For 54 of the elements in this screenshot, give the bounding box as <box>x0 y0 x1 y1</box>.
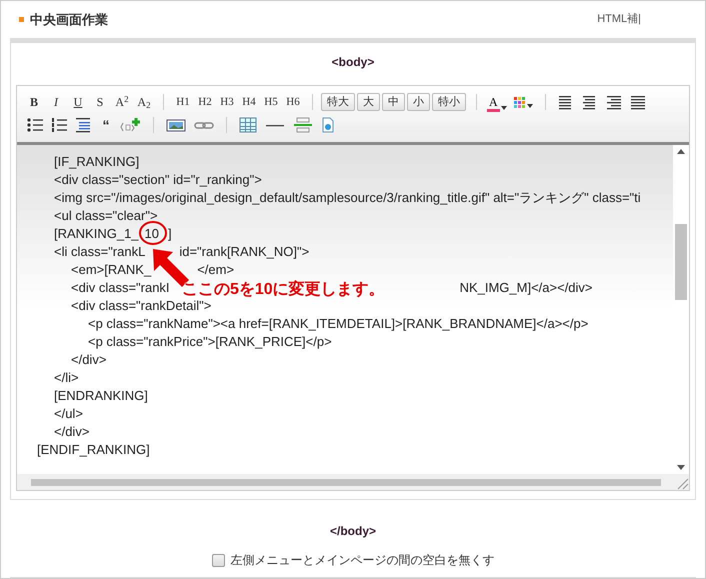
scroll-down-icon[interactable] <box>677 465 685 470</box>
checkbox[interactable] <box>212 554 224 566</box>
code-line: </div> <box>70 351 106 370</box>
format-button[interactable]: A$^{2}$ <box>111 92 133 112</box>
format-button[interactable]: A$_{2}$ <box>133 92 155 112</box>
format-button[interactable]: U <box>67 92 89 112</box>
font-size-button[interactable]: 小 <box>407 93 430 111</box>
font-size-button[interactable]: 特小 <box>432 93 466 111</box>
heading-button[interactable]: H3 <box>216 92 238 112</box>
section-title: 中央画面作業 <box>30 10 108 29</box>
code-line: <p class="rankName"><a href=[RANK_ITEMDETAIL]>[RANK_BRANDNAME]</a></p> <box>87 315 588 334</box>
code-line: [ENDIF_RANKING] <box>37 441 150 460</box>
code-line: 10 <box>144 226 160 242</box>
heading-button[interactable]: H1 <box>172 92 194 112</box>
heading-button[interactable]: H6 <box>282 92 304 112</box>
format-button[interactable]: I <box>45 92 67 112</box>
code-line: <div class="section" id="r_ranking"> <box>53 171 262 190</box>
html-help-link[interactable]: HTML補| <box>597 11 641 28</box>
scrollbar-thumb[interactable] <box>675 224 687 300</box>
font-color-button[interactable]: A <box>485 92 509 112</box>
code-line: </li> <box>53 369 79 388</box>
scroll-up-icon[interactable] <box>677 149 685 154</box>
bullet-icon <box>19 17 24 22</box>
heading-button[interactable]: H5 <box>260 92 282 112</box>
code-line: </em> <box>197 261 234 280</box>
code-line: <em>[RANK_ <box>70 261 152 280</box>
code-line: </div> <box>53 423 90 442</box>
code-line: [IF_RANKING] <box>53 153 140 172</box>
code-line: [ENDRANKING] <box>53 387 148 406</box>
code-line: <div class="rankDetail"> <box>70 297 212 316</box>
heading-button[interactable]: H4 <box>238 92 260 112</box>
highlight-circle <box>138 221 167 246</box>
heading-button[interactable]: H2 <box>194 92 216 112</box>
caret-icon <box>500 106 507 110</box>
code-line: <div class="rankI <box>70 279 170 298</box>
font-size-button[interactable]: 特大 <box>321 93 355 111</box>
code-line: [RANKING_1_ <box>53 225 139 244</box>
quote-button[interactable]: “ <box>95 115 117 135</box>
code-line: <p class="rankPrice">[RANK_PRICE]</p> <box>87 333 332 352</box>
code-line: ] <box>168 225 172 244</box>
format-button[interactable]: S <box>89 92 111 112</box>
font-size-button[interactable]: 中 <box>382 93 405 111</box>
body-close-tag: </body> <box>330 522 376 540</box>
code-line: </ul> <box>53 405 83 424</box>
code-line: id="rank[RANK_NO]"> <box>179 243 310 262</box>
code-line: <li class="rankL <box>53 243 146 262</box>
annotation-text: ここの5を10に変更します。 <box>182 279 385 300</box>
body-open-tag: <body> <box>332 53 374 71</box>
font-size-button[interactable]: 大 <box>357 93 380 111</box>
option-label: 左側メニューとメインページの間の空白を無くす <box>230 552 494 569</box>
code-line: NK_IMG_M]</a></div> <box>460 279 593 298</box>
format-button[interactable]: B <box>23 92 45 112</box>
code-line: <img src="/images/original_design_default/samplesource/3/ranking_title.gif" alt="ランキング" class="ti <box>53 189 641 208</box>
code-line: <ul class="clear"> <box>53 207 158 226</box>
